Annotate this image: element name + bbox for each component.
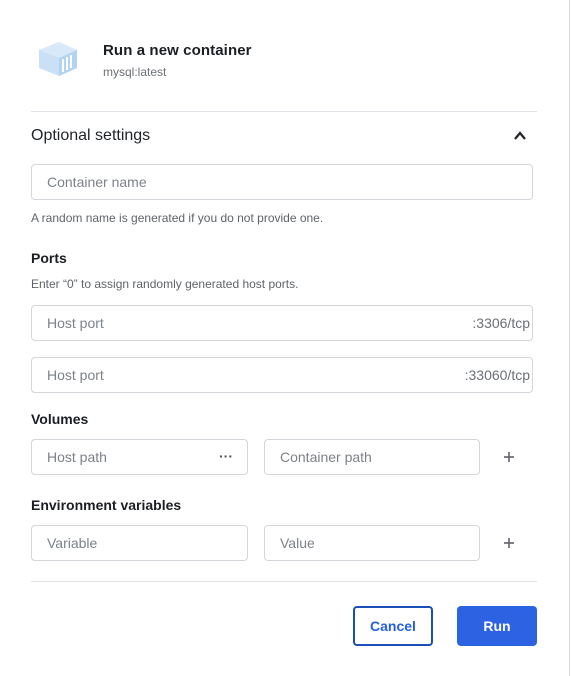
variable-field[interactable] [31,525,248,561]
value-input[interactable] [280,526,479,560]
add-env-plus-icon[interactable] [502,536,516,550]
env-variables-label: Environment variables [31,497,182,513]
browse-ellipsis-icon[interactable]: ··· [219,448,233,464]
footer-divider [31,581,537,582]
container-name-input[interactable] [47,165,532,199]
host-port-input-1[interactable] [47,306,532,340]
value-field[interactable] [264,525,480,561]
ports-label: Ports [31,250,67,266]
run-container-dialog: Run a new container mysql:latest Optiona… [0,0,570,676]
add-volume-plus-icon[interactable] [502,450,516,464]
ports-helper: Enter “0” to assign randomly generated h… [31,277,299,291]
cancel-button[interactable]: Cancel [353,606,433,646]
image-name: mysql:latest [103,65,167,79]
host-path-input[interactable] [47,440,197,474]
host-port-input-2[interactable] [47,358,532,392]
container-icon [39,42,77,76]
run-button[interactable]: Run [457,606,537,646]
header-divider [31,111,537,112]
dialog-title: Run a new container [103,42,252,59]
container-port-suffix-1: :3306/tcp [472,315,530,331]
host-port-field-2[interactable]: :33060/tcp [31,357,533,393]
container-path-input[interactable] [280,440,479,474]
variable-input[interactable] [47,526,247,560]
chevron-up-icon[interactable] [513,129,527,141]
host-path-field[interactable]: ··· [31,439,248,475]
host-port-field-1[interactable]: :3306/tcp [31,305,533,341]
container-name-field[interactable] [31,164,533,200]
optional-settings-title[interactable]: Optional settings [31,127,150,145]
volumes-label: Volumes [31,411,89,427]
container-path-field[interactable] [264,439,480,475]
container-port-suffix-2: :33060/tcp [464,367,530,383]
container-name-helper: A random name is generated if you do not… [31,211,324,225]
